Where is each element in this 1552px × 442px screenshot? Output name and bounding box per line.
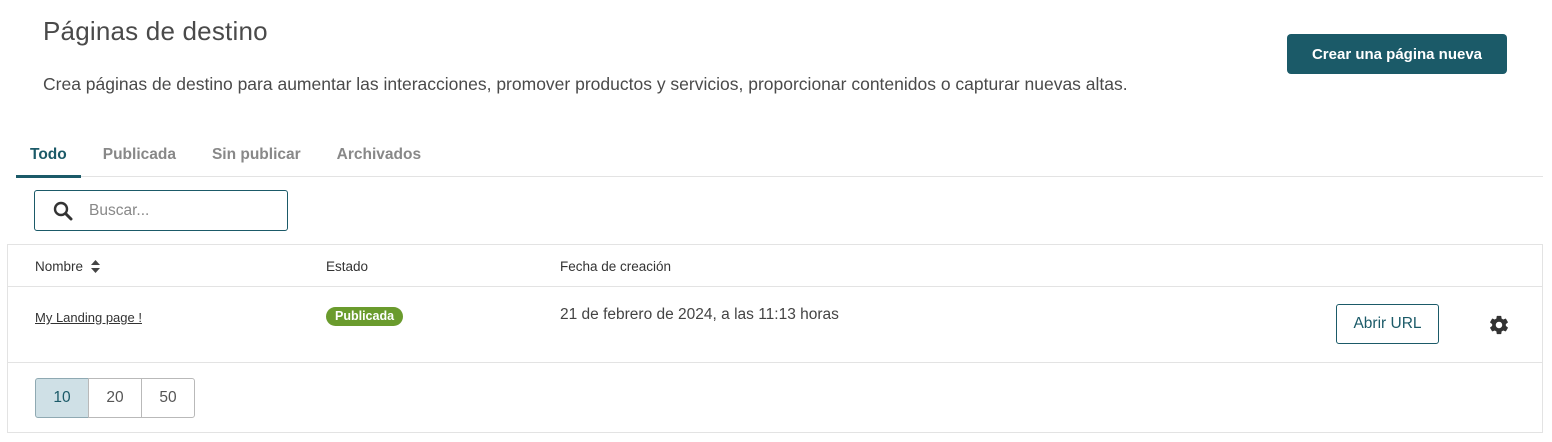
create-page-button[interactable]: Crear una página nueva xyxy=(1287,34,1507,74)
status-badge: Publicada xyxy=(326,307,404,326)
sort-icon[interactable] xyxy=(91,259,101,273)
page-size-selector: 10 20 50 xyxy=(35,378,195,418)
column-header-name[interactable]: Nombre xyxy=(35,245,101,287)
open-url-button[interactable]: Abrir URL xyxy=(1336,304,1439,344)
table-header: Nombre Estado Fecha de creación xyxy=(8,245,1542,287)
search-icon xyxy=(52,200,74,222)
page-size-50[interactable]: 50 xyxy=(141,378,195,418)
status-tabs: Todo Publicada Sin publicar Archivados xyxy=(16,132,1543,178)
column-header-status: Estado xyxy=(326,258,369,274)
tab-archivados[interactable]: Archivados xyxy=(323,132,435,177)
page-size-10[interactable]: 10 xyxy=(35,378,89,418)
page-title: Páginas de destino xyxy=(43,16,268,46)
gear-icon[interactable] xyxy=(1488,314,1510,336)
tab-sin-publicar[interactable]: Sin publicar xyxy=(198,132,315,177)
table-row: My Landing page ! Publicada 21 de febrer… xyxy=(8,287,1542,363)
landing-pages-table: Nombre Estado Fecha de creación My Landi… xyxy=(7,244,1543,433)
page-description: Crea páginas de destino para aumentar la… xyxy=(43,74,1128,94)
tab-publicada[interactable]: Publicada xyxy=(89,132,190,177)
search-box xyxy=(34,190,288,231)
column-name-label: Nombre xyxy=(35,258,84,274)
column-header-created: Fecha de creación xyxy=(560,258,672,274)
page-size-20[interactable]: 20 xyxy=(88,378,142,418)
landing-page-name-link[interactable]: My Landing page ! xyxy=(35,310,142,325)
search-input[interactable] xyxy=(89,201,269,220)
creation-date: 21 de febrero de 2024, a las 11:13 horas xyxy=(560,306,839,323)
tab-todo[interactable]: Todo xyxy=(16,132,81,178)
